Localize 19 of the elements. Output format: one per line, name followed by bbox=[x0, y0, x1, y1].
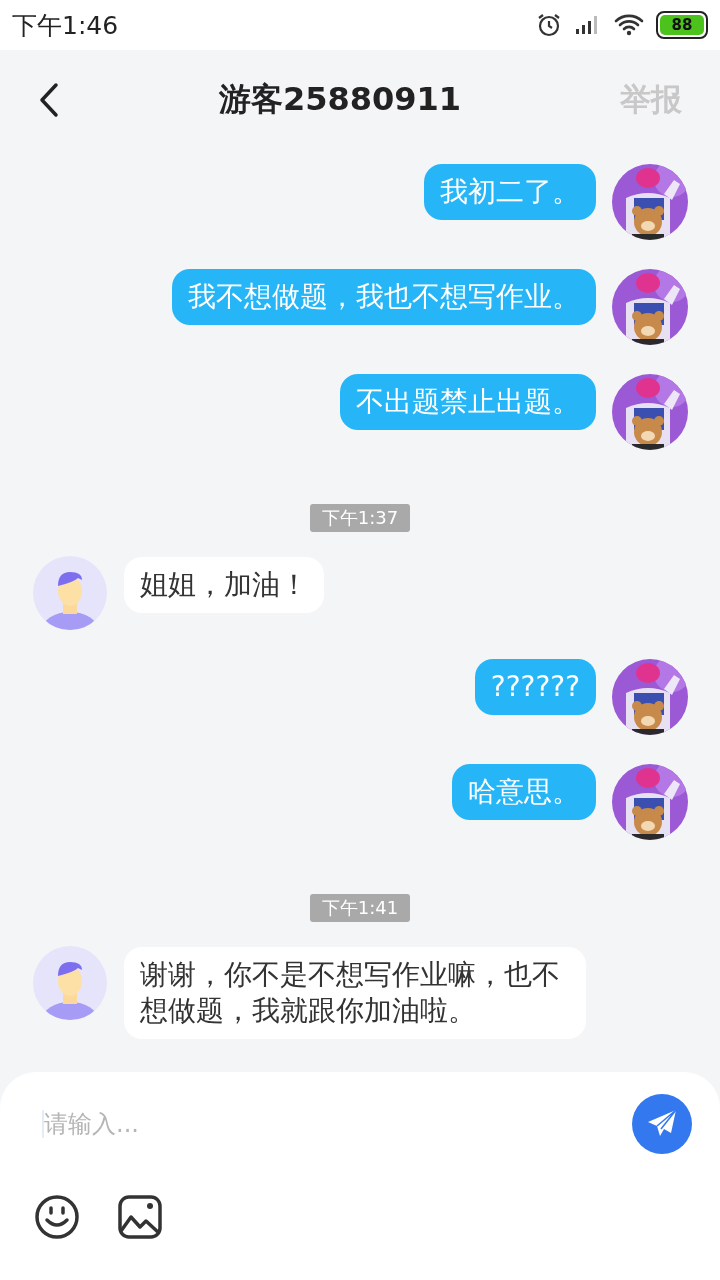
battery-icon: 88 bbox=[656, 11, 708, 39]
sent-message: 不出题禁止出题。 bbox=[340, 374, 596, 430]
back-icon[interactable] bbox=[38, 82, 60, 118]
wifi-icon bbox=[614, 14, 644, 36]
chat-title: 游客25880911 bbox=[218, 79, 462, 120]
sent-message: 哈意思。 bbox=[452, 764, 596, 820]
alarm-icon bbox=[536, 12, 562, 38]
sent-message: 我不想做题，我也不想写作业。 bbox=[172, 269, 596, 325]
send-button[interactable] bbox=[632, 1094, 692, 1154]
image-icon[interactable] bbox=[118, 1195, 162, 1239]
timestamp: 下午1:37 bbox=[309, 504, 411, 532]
received-message: 姐姐，加油！ bbox=[124, 557, 324, 613]
message-input[interactable]: 请输入... bbox=[42, 1110, 632, 1138]
status-time: 下午1:46 bbox=[12, 9, 119, 42]
emoji-icon[interactable] bbox=[34, 1194, 80, 1240]
received-message: 谢谢，你不是不想写作业嘛，也不想做题，我就跟你加油啦。 bbox=[124, 947, 586, 1039]
timestamp: 下午1:41 bbox=[309, 894, 411, 922]
sent-message: ?????? bbox=[474, 659, 596, 715]
sent-message: 我初二了。 bbox=[424, 164, 596, 220]
